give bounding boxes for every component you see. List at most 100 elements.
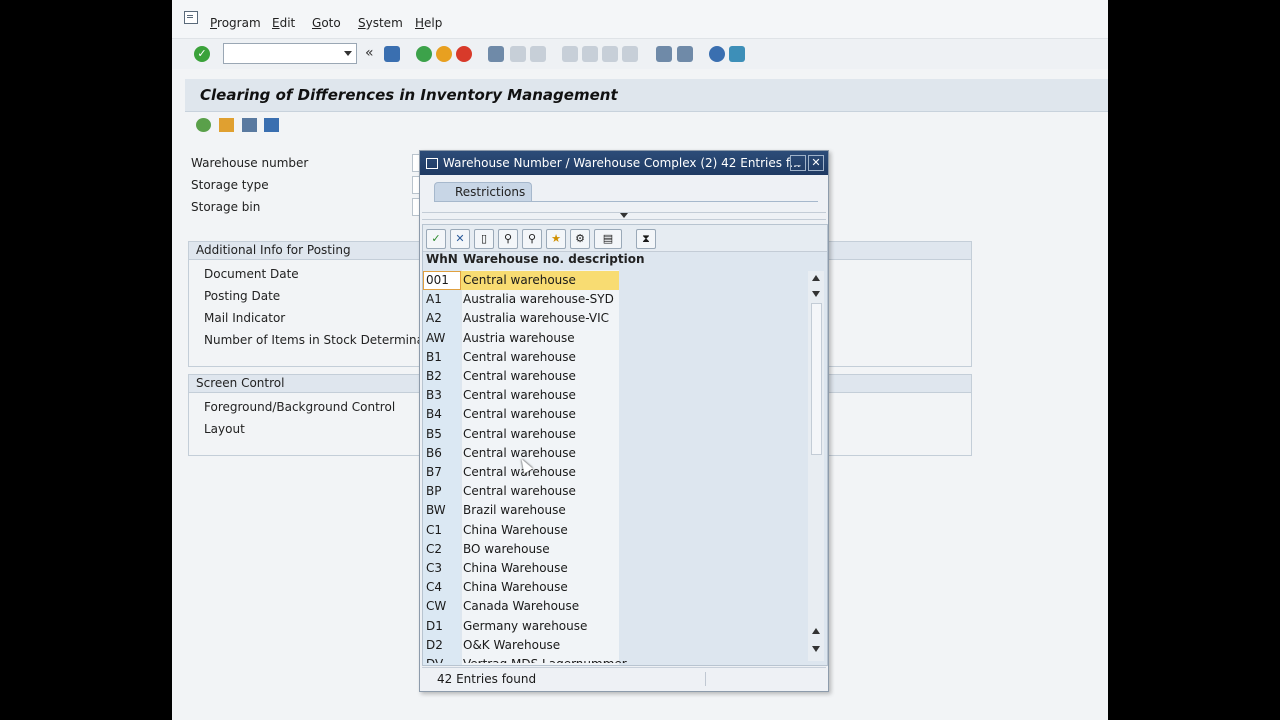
- scroll-thumb[interactable]: [811, 303, 822, 455]
- table-row[interactable]: C2 BO warehouse: [423, 540, 803, 559]
- warehouse-description-cell[interactable]: Canada Warehouse: [463, 599, 579, 613]
- table-row[interactable]: B2 Central warehouse: [423, 367, 803, 386]
- warehouse-key-cell[interactable]: BP: [426, 484, 441, 498]
- exit-icon[interactable]: [436, 46, 452, 62]
- warehouse-key-cell[interactable]: B5: [426, 427, 442, 441]
- scroll-up-button[interactable]: [810, 272, 822, 284]
- column-header-whn[interactable]: WhN: [426, 252, 458, 266]
- table-row[interactable]: B7 Central warehouse: [423, 463, 803, 482]
- program-documentation-icon[interactable]: [242, 118, 257, 132]
- table-row[interactable]: BP Central warehouse: [423, 482, 803, 501]
- info-icon[interactable]: [264, 118, 279, 132]
- scroll-down-button[interactable]: [810, 288, 822, 300]
- back-icon[interactable]: [416, 46, 432, 62]
- cancel-icon[interactable]: ✕: [450, 229, 470, 249]
- warehouse-key-cell[interactable]: C4: [426, 580, 442, 594]
- warehouse-description-cell[interactable]: Central warehouse: [463, 446, 576, 460]
- warehouse-key-cell[interactable]: A2: [426, 311, 442, 325]
- menu-program[interactable]: Program: [210, 16, 261, 30]
- expand-icon[interactable]: [620, 213, 628, 218]
- warehouse-description-cell[interactable]: Central warehouse: [463, 427, 576, 441]
- warehouse-description-cell[interactable]: Central warehouse: [463, 273, 576, 287]
- warehouse-key-cell[interactable]: B7: [426, 465, 442, 479]
- table-row[interactable]: B4 Central warehouse: [423, 405, 803, 424]
- scroll-down-button[interactable]: [810, 643, 822, 655]
- warehouse-description-cell[interactable]: Australia warehouse-VIC: [463, 311, 609, 325]
- warehouse-key-cell[interactable]: 001: [426, 273, 449, 287]
- table-row[interactable]: CW Canada Warehouse: [423, 597, 803, 616]
- vertical-scrollbar[interactable]: [808, 271, 824, 661]
- warehouse-description-cell[interactable]: Central warehouse: [463, 388, 576, 402]
- warehouse-description-cell[interactable]: China Warehouse: [463, 561, 568, 575]
- table-row[interactable]: B3 Central warehouse: [423, 386, 803, 405]
- warehouse-key-cell[interactable]: B3: [426, 388, 442, 402]
- table-row[interactable]: AW Austria warehouse: [423, 329, 803, 348]
- favorites-icon[interactable]: ★: [546, 229, 566, 249]
- warehouse-key-cell[interactable]: B2: [426, 369, 442, 383]
- table-row[interactable]: A2 Australia warehouse-VIC: [423, 309, 803, 328]
- table-row[interactable]: B1 Central warehouse: [423, 348, 803, 367]
- print-icon[interactable]: ▤: [594, 229, 622, 249]
- settings-icon[interactable]: ⚙: [570, 229, 590, 249]
- minimize-icon[interactable]: _: [790, 155, 806, 171]
- warehouse-key-cell[interactable]: A1: [426, 292, 442, 306]
- enter-check-icon[interactable]: ✓: [194, 46, 210, 62]
- find-icon[interactable]: [510, 46, 526, 62]
- warehouse-description-cell[interactable]: Central warehouse: [463, 350, 576, 364]
- warehouse-description-cell[interactable]: BO warehouse: [463, 542, 550, 556]
- warehouse-description-cell[interactable]: O&K Warehouse: [463, 638, 560, 652]
- warehouse-description-cell[interactable]: Central warehouse: [463, 369, 576, 383]
- warehouse-key-cell[interactable]: CW: [426, 599, 446, 613]
- customize-layout-icon[interactable]: [729, 46, 745, 62]
- find-next-icon[interactable]: [530, 46, 546, 62]
- command-field[interactable]: [223, 43, 357, 64]
- table-row[interactable]: B6 Central warehouse: [423, 444, 803, 463]
- warehouse-key-cell[interactable]: B1: [426, 350, 442, 364]
- warehouse-key-cell[interactable]: C1: [426, 523, 442, 537]
- first-page-icon[interactable]: [562, 46, 578, 62]
- tab-restrictions[interactable]: Restrictions: [434, 182, 532, 202]
- table-row[interactable]: C3 China Warehouse: [423, 559, 803, 578]
- warehouse-description-cell[interactable]: China Warehouse: [463, 580, 568, 594]
- table-row[interactable]: D1 Germany warehouse: [423, 617, 803, 636]
- previous-page-icon[interactable]: [582, 46, 598, 62]
- column-header-description[interactable]: Warehouse no. description: [463, 252, 645, 266]
- warehouse-key-cell[interactable]: B6: [426, 446, 442, 460]
- warehouse-description-cell[interactable]: Germany warehouse: [463, 619, 587, 633]
- menu-system[interactable]: System: [358, 16, 403, 30]
- table-row[interactable]: C1 China Warehouse: [423, 521, 803, 540]
- warehouse-description-cell[interactable]: Brazil warehouse: [463, 503, 566, 517]
- print-icon[interactable]: [488, 46, 504, 62]
- next-page-icon[interactable]: [602, 46, 618, 62]
- execute-icon[interactable]: [196, 118, 211, 132]
- warehouse-description-cell[interactable]: Central warehouse: [463, 484, 576, 498]
- warehouse-description-cell[interactable]: Australia warehouse-SYD: [463, 292, 614, 306]
- warehouse-key-cell[interactable]: D1: [426, 619, 443, 633]
- table-row[interactable]: B5 Central warehouse: [423, 425, 803, 444]
- table-row[interactable]: C4 China Warehouse: [423, 578, 803, 597]
- find-icon[interactable]: ⚲: [498, 229, 518, 249]
- help-icon[interactable]: [709, 46, 725, 62]
- table-row[interactable]: 001 Central warehouse: [423, 271, 803, 290]
- new-list-icon[interactable]: ▯: [474, 229, 494, 249]
- menu-edit[interactable]: Edit: [272, 16, 295, 30]
- collapse-icon[interactable]: «: [365, 45, 374, 61]
- system-menu-icon[interactable]: [184, 11, 198, 24]
- warehouse-key-cell[interactable]: DV: [426, 657, 443, 663]
- warehouse-key-cell[interactable]: D2: [426, 638, 443, 652]
- cancel-icon[interactable]: [456, 46, 472, 62]
- table-row[interactable]: DV Vertrag MDS Lagernummer: [423, 655, 803, 663]
- scroll-up-button[interactable]: [810, 625, 822, 637]
- table-row[interactable]: A1 Australia warehouse-SYD: [423, 290, 803, 309]
- find-next-icon[interactable]: ⚲: [522, 229, 542, 249]
- warehouse-description-cell[interactable]: Vertrag MDS Lagernummer: [463, 657, 627, 663]
- close-icon[interactable]: ✕: [808, 155, 824, 171]
- warehouse-key-cell[interactable]: BW: [426, 503, 446, 517]
- copy-check-icon[interactable]: ✓: [426, 229, 446, 249]
- chevron-down-icon[interactable]: [344, 51, 352, 56]
- get-variant-icon[interactable]: [219, 118, 234, 132]
- shortcut-icon[interactable]: [677, 46, 693, 62]
- warehouse-description-cell[interactable]: Central warehouse: [463, 407, 576, 421]
- new-session-icon[interactable]: [656, 46, 672, 62]
- table-row[interactable]: BW Brazil warehouse: [423, 501, 803, 520]
